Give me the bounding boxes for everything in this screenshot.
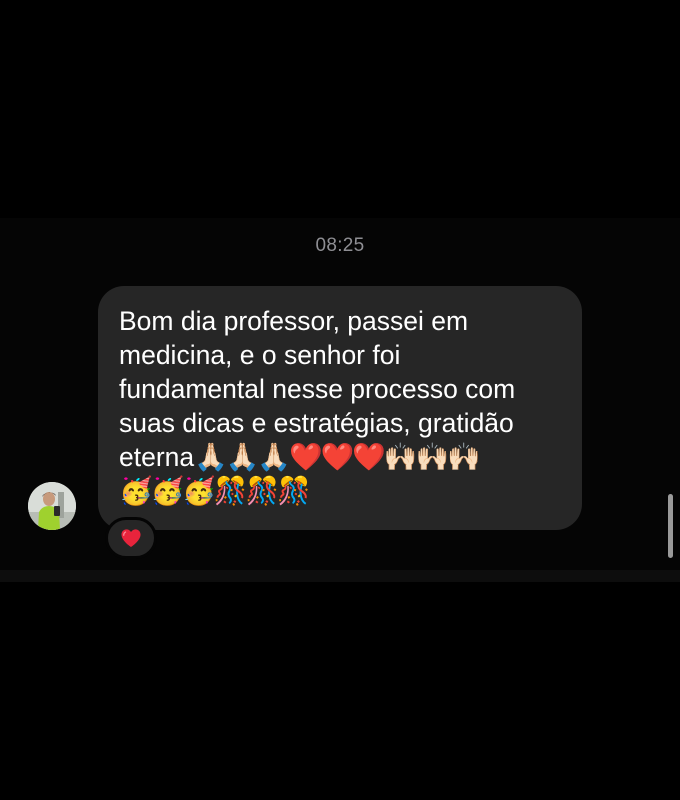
message-line: suas dicas e estratégias, gratidão [119,408,514,438]
avatar-photo [28,482,76,530]
message-line-with-emoji: eterna🙏🏻🙏🏻🙏🏻❤️❤️❤️🙌🏻🙌🏻🙌🏻 [119,440,562,474]
sender-avatar[interactable] [28,482,76,530]
lower-empty-area [0,582,680,800]
emoji-sequence: 🥳🥳🥳🎊🎊🎊 [119,476,311,506]
heart-icon [121,529,141,548]
received-message-bubble[interactable]: Bom dia professor, passei em medicina, e… [98,286,582,530]
message-line: fundamental nesse processo com [119,374,516,404]
message-timestamp: 08:25 [315,235,365,256]
upper-empty-area [0,0,680,218]
emoji-sequence: 🙏🏻🙏🏻🙏🏻❤️❤️❤️🙌🏻🙌🏻🙌🏻 [194,442,481,472]
message-text-end: eterna [119,442,195,472]
message-reaction[interactable] [105,517,157,559]
thread-divider [0,570,680,582]
message-line: medicina, e o senhor foi [119,340,401,370]
scrollbar-thumb[interactable] [668,494,673,558]
message-line: Bom dia professor, passei em [119,306,469,336]
